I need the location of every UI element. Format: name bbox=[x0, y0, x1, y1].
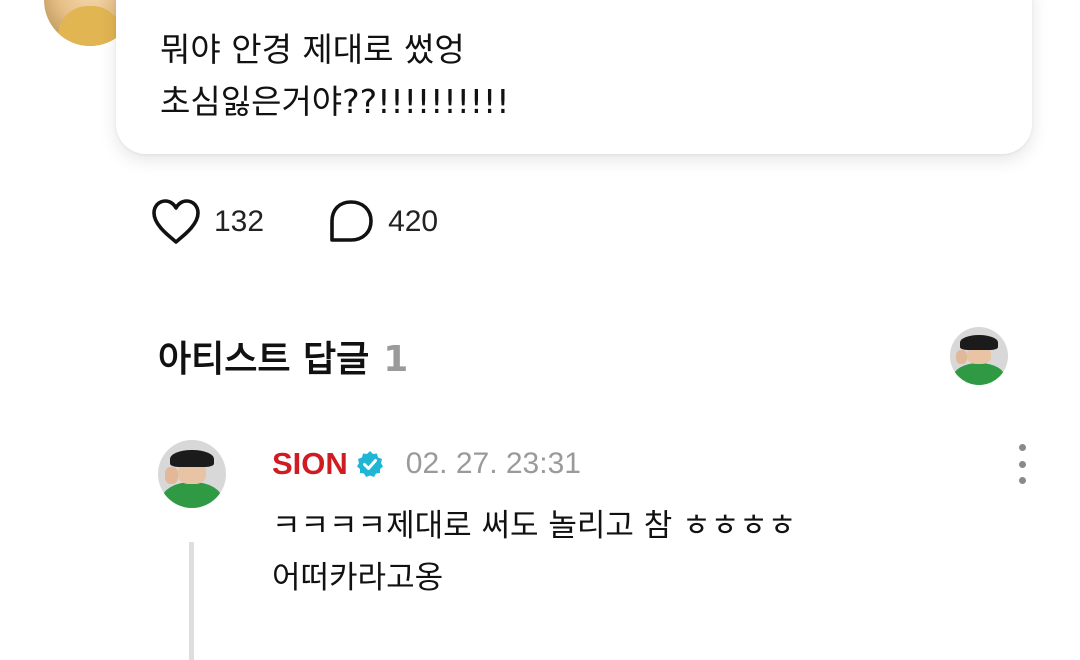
section-title: 아티스트 답글 bbox=[158, 339, 370, 380]
section-count: 1 bbox=[383, 339, 409, 380]
reply-text: ㅋㅋㅋㅋ제대로 써도 놀리고 참 ㅎㅎㅎㅎ 어떠카라고옹 bbox=[272, 508, 797, 596]
like-count: 132 bbox=[214, 205, 265, 238]
avatar-hat bbox=[170, 449, 214, 468]
avatar-hand bbox=[955, 350, 968, 365]
avatar-body bbox=[58, 6, 122, 46]
speech-bubble-icon bbox=[330, 200, 373, 242]
post-text: 뭐야 안경 제대로 썼엉 초심잃은거야??!!!!!!!!!! bbox=[160, 30, 510, 121]
avatar-hand bbox=[164, 467, 179, 484]
verified-check-icon bbox=[356, 451, 383, 477]
reply-author-avatar[interactable] bbox=[158, 440, 226, 508]
comment-thread-page: 뭐야 안경 제대로 썼엉 초심잃은거야??!!!!!!!!!! 132 420 … bbox=[0, 0, 1080, 660]
heart-icon bbox=[152, 199, 200, 244]
reply-timestamp: 02. 27. 23:31 bbox=[405, 447, 581, 480]
like-button[interactable]: 132 bbox=[150, 198, 264, 246]
avatar-hat bbox=[960, 335, 998, 351]
reply-header: SION 02. 27. 23:31 bbox=[272, 444, 581, 484]
artist-avatar-small[interactable] bbox=[950, 327, 1008, 385]
comment-button[interactable]: 420 bbox=[326, 198, 438, 246]
more-vertical-icon-dot bbox=[1018, 460, 1026, 468]
reply-author-name[interactable]: SION bbox=[272, 446, 348, 482]
comment-count: 420 bbox=[388, 205, 439, 238]
artist-replies-header: 아티스트 답글 1 bbox=[158, 330, 408, 382]
thread-line bbox=[189, 542, 194, 660]
avatar-body bbox=[953, 362, 1005, 385]
more-vertical-icon-dot bbox=[1018, 477, 1026, 484]
post-actions: 132 420 bbox=[150, 196, 500, 248]
more-vertical-icon-dot bbox=[1018, 444, 1026, 451]
more-options-button[interactable] bbox=[1008, 444, 1036, 484]
avatar-body bbox=[162, 482, 222, 508]
